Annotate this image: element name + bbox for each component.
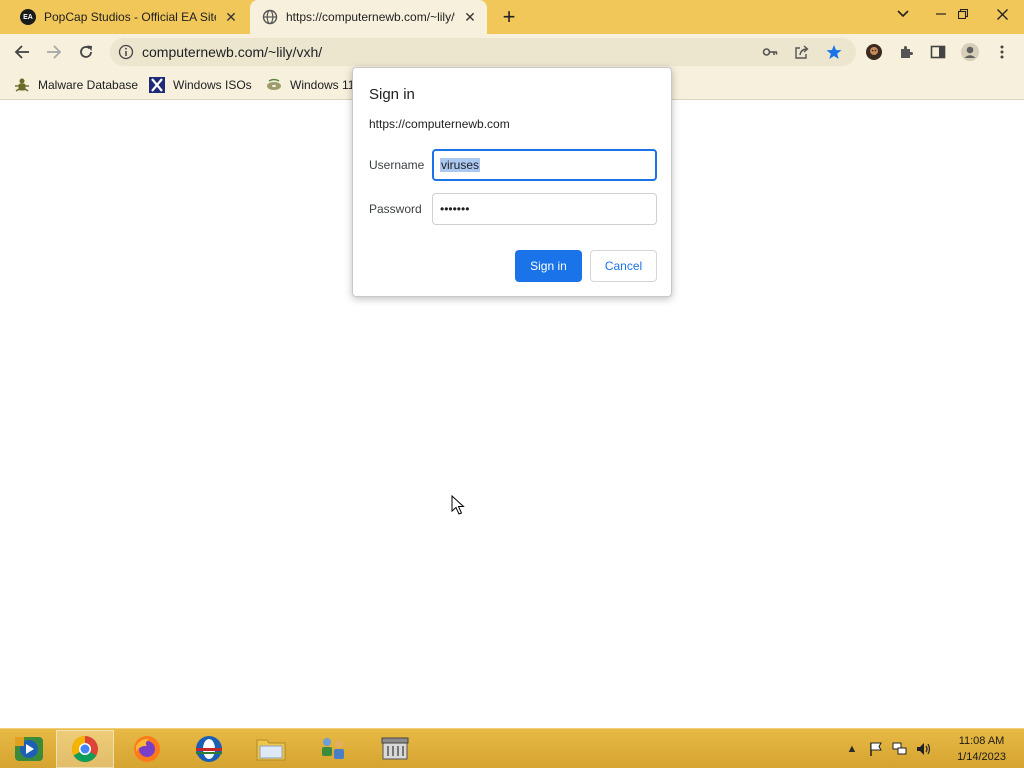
firefox-icon[interactable] [118, 730, 176, 768]
menu-icon[interactable] [990, 40, 1014, 64]
side-panel-icon[interactable] [926, 40, 950, 64]
file-explorer-icon[interactable] [242, 730, 300, 768]
system-clock[interactable]: 11:08 AM 1/14/2023 [957, 733, 1006, 765]
bookmark-label: Malware Database [38, 78, 139, 92]
password-label: Password [369, 202, 422, 216]
close-icon[interactable]: ✕ [222, 8, 240, 26]
bookmark-malware-database[interactable]: Malware Database [14, 76, 138, 94]
disc-icon [266, 77, 282, 93]
tab-search-icon[interactable] [886, 0, 920, 28]
volume-icon[interactable] [916, 741, 932, 757]
close-icon[interactable]: ✕ [461, 8, 479, 26]
username-label: Username [369, 158, 425, 172]
sign-in-dialog: Sign in https://computernewb.com Usernam… [352, 67, 672, 297]
bookmark-windows-11[interactable]: Windows 11 [266, 76, 354, 94]
archive-icon[interactable] [366, 730, 424, 768]
back-button[interactable] [10, 40, 34, 64]
bookmark-label: Windows ISOs [173, 78, 252, 92]
ea-logo-icon: EA [20, 9, 36, 25]
clock-time: 11:08 AM [958, 735, 1005, 747]
dialog-title: Sign in [369, 86, 415, 103]
bookmark-windows-isos[interactable]: Windows ISOs [149, 76, 252, 94]
profile-icon[interactable] [958, 40, 982, 64]
username-field[interactable]: viruses [432, 149, 657, 181]
extensions-icon[interactable] [894, 40, 918, 64]
password-field[interactable]: ••••••• [432, 193, 657, 225]
tab-computernewb[interactable]: https://computernewb.com/~lily/vxh/ ✕ [250, 0, 487, 34]
x-logo-icon [149, 77, 165, 93]
url-text[interactable]: computernewb.com/~lily/vxh/ [142, 44, 322, 60]
new-tab-button[interactable]: + [498, 4, 520, 29]
sign-in-button[interactable]: Sign in [515, 250, 582, 282]
bug-icon [14, 77, 30, 93]
clock-date: 1/14/2023 [957, 751, 1006, 763]
cancel-button[interactable]: Cancel [590, 250, 657, 282]
windows-media-center-icon[interactable] [0, 730, 58, 768]
chrome-icon[interactable] [56, 730, 114, 768]
share-icon[interactable] [793, 43, 811, 61]
extension-avatar-icon[interactable] [862, 40, 886, 64]
network-icon[interactable] [892, 741, 908, 757]
close-window-button[interactable] [985, 0, 1019, 28]
address-bar[interactable]: computernewb.com/~lily/vxh/ [110, 38, 856, 66]
password-value: ••••••• [440, 202, 470, 216]
bookmark-label: Windows 11 [290, 78, 355, 92]
taskbar: ▲ 11:08 AM 1/14/2023 [0, 728, 1024, 768]
network-users-icon[interactable] [304, 730, 362, 768]
tab-strip: EA PopCap Studios - Official EA Site ✕ h… [0, 0, 1024, 34]
show-hidden-icons-icon[interactable]: ▲ [844, 741, 860, 757]
bookmark-star-icon[interactable] [825, 43, 843, 61]
globe-icon [262, 9, 278, 25]
tab-popcap[interactable]: EA PopCap Studios - Official EA Site ✕ [8, 0, 248, 34]
reload-button[interactable] [74, 40, 98, 64]
forward-button[interactable] [42, 40, 66, 64]
tab-title: https://computernewb.com/~lily/vxh/ [286, 10, 455, 24]
restore-button[interactable] [946, 0, 980, 28]
opera-icon[interactable] [180, 730, 238, 768]
tab-title: PopCap Studios - Official EA Site [44, 10, 216, 24]
browser-toolbar: computernewb.com/~lily/vxh/ [0, 34, 1024, 70]
action-center-flag-icon[interactable] [868, 741, 884, 757]
dialog-origin: https://computernewb.com [369, 117, 510, 131]
info-icon[interactable] [118, 44, 134, 60]
username-value: viruses [440, 158, 481, 172]
key-icon[interactable] [761, 43, 779, 61]
mouse-pointer-icon [451, 494, 465, 515]
